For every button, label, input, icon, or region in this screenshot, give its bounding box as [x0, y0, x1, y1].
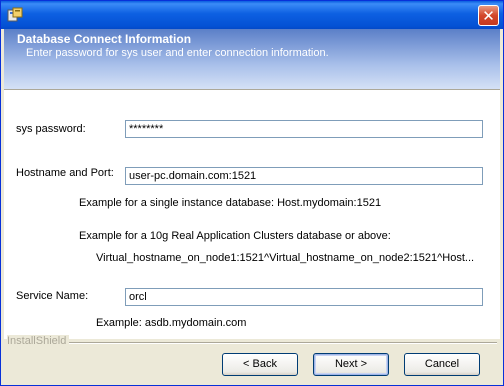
example-rac-heading: Example for a 10g Real Application Clust…	[79, 230, 391, 242]
installer-app-icon	[7, 7, 23, 22]
service-name-example: Example: asdb.mydomain.com	[96, 317, 247, 329]
next-button[interactable]: Next >	[313, 353, 389, 376]
sys-password-field[interactable]: ********	[125, 120, 483, 138]
sys-password-label: sys password:	[16, 123, 86, 135]
title-bar[interactable]: ✕	[1, 1, 503, 29]
close-icon: ✕	[482, 6, 495, 25]
back-button[interactable]: < Back	[222, 353, 298, 376]
installshield-brand: InstallShield	[7, 335, 70, 347]
service-name-label: Service Name:	[16, 290, 89, 302]
installer-window: ✕ Database Connect Information Enter pas…	[0, 0, 504, 386]
page-subtitle: Enter password for sys user and enter co…	[26, 47, 329, 59]
page-title: Database Connect Information	[17, 32, 192, 46]
example-rac-value: Virtual_hostname_on_node1:1521^Virtual_h…	[96, 252, 475, 264]
hostname-label: Hostname and Port:	[16, 167, 114, 179]
service-name-field[interactable]: orcl	[125, 288, 483, 306]
form-panel: sys password: ******** Hostname and Port…	[4, 91, 500, 339]
close-button[interactable]: ✕	[478, 5, 499, 26]
example-single-instance: Example for a single instance database: …	[79, 197, 382, 209]
header-banner: Database Connect Information Enter passw…	[4, 29, 500, 89]
footer-divider	[61, 342, 497, 344]
hostname-port-field[interactable]: user-pc.domain.com:1521	[125, 167, 483, 185]
cancel-button[interactable]: Cancel	[404, 353, 480, 376]
